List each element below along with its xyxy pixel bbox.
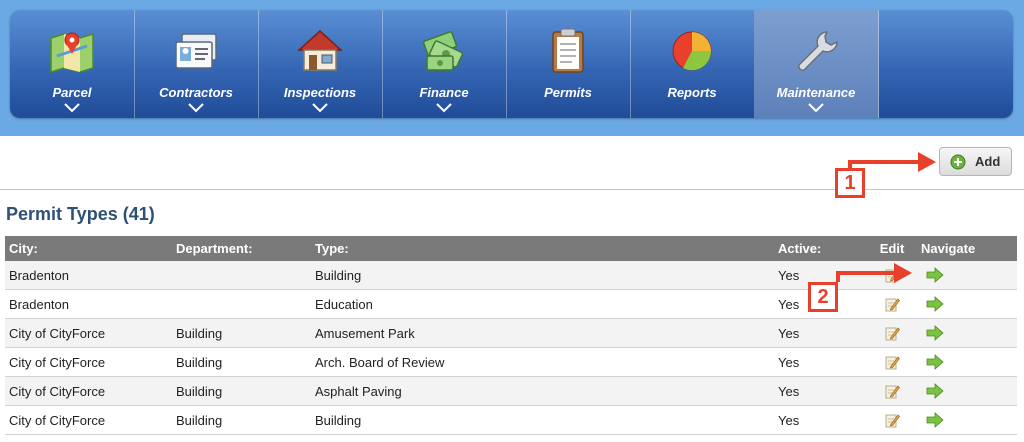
cell-city: City of CityForce (5, 376, 176, 406)
column-header-department[interactable]: Department: (176, 236, 315, 261)
cell-navigate (921, 376, 1017, 406)
cell-department: Building (176, 318, 315, 348)
cell-navigate (921, 318, 1017, 348)
column-header-type[interactable]: Type: (315, 236, 778, 261)
callout-2: 2 (808, 282, 838, 312)
cell-type: Building (315, 405, 778, 435)
edit-icon[interactable] (884, 412, 900, 428)
navigate-arrow-icon[interactable] (926, 412, 944, 429)
cell-edit (863, 261, 921, 290)
nav-item-permits[interactable]: Permits (506, 10, 631, 118)
cell-type: Education (315, 289, 778, 319)
id-card-icon (175, 33, 217, 69)
cell-active: Yes (778, 318, 863, 348)
navigate-arrow-icon[interactable] (926, 325, 944, 342)
cell-edit (863, 405, 921, 435)
clipboard-icon (552, 28, 584, 73)
cell-city: City of CityForce (5, 318, 176, 348)
table-header-row: City: Department: Type: Active: Edit Nav… (5, 236, 1017, 261)
nav-item-maintenance[interactable]: Maintenance (754, 10, 879, 118)
pie-chart-icon (672, 31, 712, 71)
nav-label: Permits (544, 85, 592, 100)
add-button-label: Add (975, 154, 1001, 169)
cell-department (176, 261, 315, 290)
cell-edit (863, 318, 921, 348)
cell-department (176, 289, 315, 319)
add-button[interactable]: Add (939, 147, 1012, 176)
column-header-active[interactable]: Active: (778, 236, 863, 261)
callout-1: 1 (835, 168, 865, 198)
nav-label: Reports (667, 85, 717, 100)
navigate-arrow-icon[interactable] (926, 296, 944, 313)
edit-icon[interactable] (884, 383, 900, 399)
cell-city: Bradenton (5, 289, 176, 319)
cell-city: City of CityForce (5, 405, 176, 435)
cell-active: Yes (778, 347, 863, 377)
chevron-down-icon (188, 103, 204, 113)
nav-label: Parcel (52, 85, 92, 100)
cell-active: Yes (778, 376, 863, 406)
cell-department: Building (176, 405, 315, 435)
map-pin-icon (50, 32, 94, 74)
chevron-down-icon (312, 103, 328, 113)
cell-edit (863, 376, 921, 406)
money-icon (422, 31, 464, 71)
cell-type: Arch. Board of Review (315, 347, 778, 377)
permit-types-table: City: Department: Type: Active: Edit Nav… (5, 236, 1017, 435)
wrench-icon (798, 31, 838, 71)
column-header-city[interactable]: City: (5, 236, 176, 261)
cell-type: Amusement Park (315, 318, 778, 348)
edit-icon[interactable] (884, 296, 900, 312)
cell-city: Bradenton (5, 261, 176, 290)
cell-city: City of CityForce (5, 347, 176, 377)
table-row: Bradenton Building Yes (5, 261, 1017, 290)
table-row: City of CityForce Building Building Yes (5, 405, 1017, 435)
nav-item-parcel[interactable]: Parcel (10, 10, 135, 118)
house-icon (297, 29, 343, 71)
column-header-navigate: Navigate (921, 236, 1017, 261)
cell-active: Yes (778, 405, 863, 435)
edit-icon[interactable] (884, 325, 900, 341)
chevron-down-icon (436, 103, 452, 113)
chevron-down-icon (64, 103, 80, 113)
cell-navigate (921, 347, 1017, 377)
nav-item-inspections[interactable]: Inspections (258, 10, 383, 118)
navigate-arrow-icon[interactable] (926, 354, 944, 371)
page-title: Permit Types (41) (6, 204, 155, 224)
chevron-down-icon (808, 103, 824, 113)
section-divider (0, 189, 1024, 190)
edit-icon[interactable] (884, 267, 900, 283)
add-circle-icon (950, 154, 966, 170)
navigate-arrow-icon[interactable] (926, 383, 944, 400)
column-header-edit: Edit (863, 236, 921, 261)
cell-navigate (921, 261, 1017, 290)
edit-icon[interactable] (884, 354, 900, 370)
cell-type: Asphalt Paving (315, 376, 778, 406)
cell-department: Building (176, 347, 315, 377)
cell-navigate (921, 289, 1017, 319)
cell-edit (863, 289, 921, 319)
nav-item-reports[interactable]: Reports (630, 10, 755, 118)
table-row: City of CityForce Building Amusement Park Y… (5, 318, 1017, 348)
cell-department: Building (176, 376, 315, 406)
table-row: City of CityForce Building Asphalt Paving Y… (5, 376, 1017, 406)
table-row: Bradenton Education Yes (5, 289, 1017, 319)
nav-label: Maintenance (776, 85, 856, 100)
navigate-arrow-icon[interactable] (926, 267, 944, 284)
cell-navigate (921, 405, 1017, 435)
main-nav: Parcel Contractors Inspections Finance P… (10, 10, 1013, 118)
nav-label: Contractors (159, 85, 233, 100)
nav-label: Finance (419, 85, 469, 100)
table-row: City of CityForce Building Arch. Board of … (5, 347, 1017, 377)
nav-item-contractors[interactable]: Contractors (134, 10, 259, 118)
nav-item-finance[interactable]: Finance (382, 10, 507, 118)
nav-label: Inspections (283, 85, 357, 100)
callout-arrowhead (918, 152, 936, 172)
cell-type: Building (315, 261, 778, 290)
cell-edit (863, 347, 921, 377)
